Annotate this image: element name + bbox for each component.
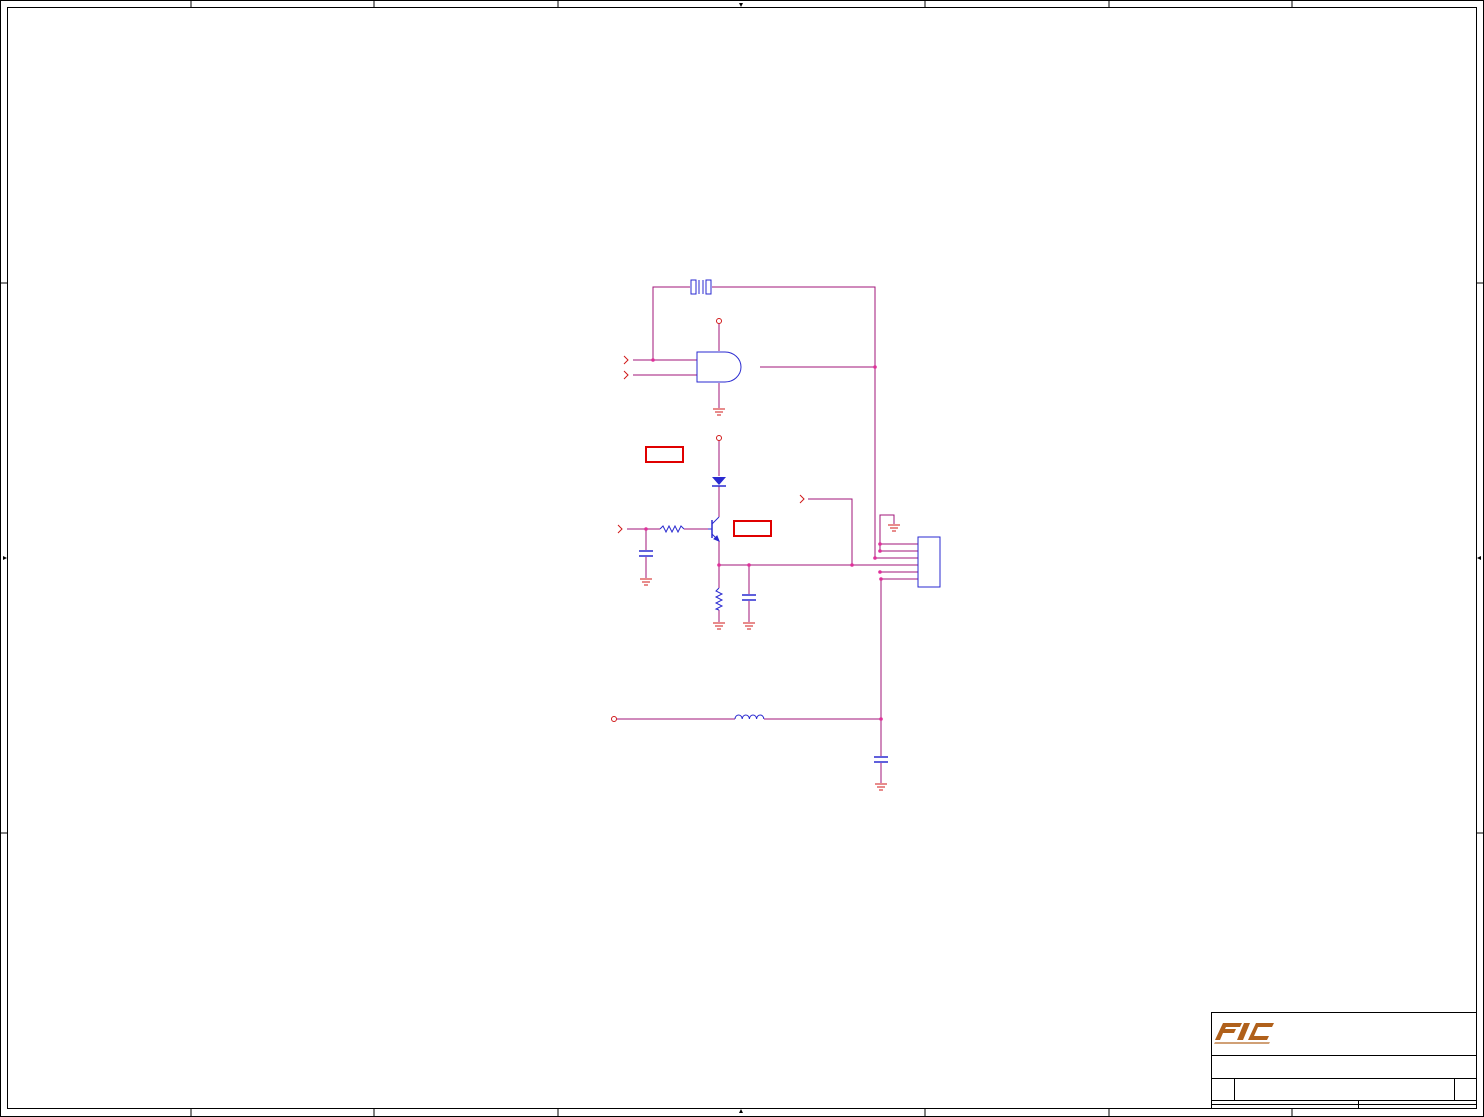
capacitor-icon [874, 756, 888, 763]
junction [644, 527, 648, 531]
placeholder-box [733, 520, 772, 537]
title-block-frame [1211, 1012, 1477, 1109]
capacitor-icon [639, 550, 653, 557]
junction [879, 717, 883, 721]
off-page-connectors [617, 355, 805, 534]
arrow-top-icon [739, 3, 743, 7]
capacitor-icon [742, 594, 756, 601]
junctions [644, 358, 883, 721]
power-port-icon [716, 318, 722, 324]
wire-crystal-right [712, 286, 876, 367]
off-page-connector-icon [617, 524, 623, 534]
junction [879, 577, 883, 581]
sheet-frame [0, 0, 1484, 1117]
ground-icon [713, 408, 725, 416]
wire-connector-pin1 [879, 514, 895, 551]
junction [747, 563, 751, 567]
arrow-right-icon [1477, 556, 1481, 560]
junction [878, 542, 882, 546]
and-gate-icon [696, 351, 742, 383]
crystal-icon [690, 279, 712, 295]
off-page-connector-icon [623, 355, 629, 365]
resistor-icon [714, 587, 724, 611]
resistor-icon [659, 524, 685, 534]
ground-icon [888, 524, 900, 532]
ground-icon [713, 622, 725, 630]
diode-icon [712, 477, 726, 487]
junction [850, 563, 854, 567]
wire-offpage-signal [808, 498, 853, 565]
off-page-connector-icon [623, 370, 629, 380]
junction [873, 556, 877, 560]
arrow-bottom-icon [739, 1109, 743, 1113]
wire-clock-to-connector [874, 367, 918, 559]
inner-border [7, 7, 1477, 1109]
center-arrows [3, 3, 1481, 1113]
npn-transistor-icon [708, 516, 720, 542]
zone-ticks [0, 0, 1484, 1117]
outer-border [0, 0, 1484, 1117]
junction [717, 563, 721, 567]
schematic-sheet [0, 0, 1484, 1117]
ground-icon [875, 783, 887, 791]
junction [878, 570, 882, 574]
power-port-icon [611, 716, 617, 722]
power-port-icon [716, 435, 722, 441]
arrow-left-icon [3, 556, 7, 560]
placeholder-box [645, 446, 684, 463]
company-logo [1214, 1023, 1274, 1044]
junction [651, 358, 655, 362]
off-page-connector-icon [799, 494, 805, 504]
junction [873, 365, 877, 369]
ground-icon [640, 578, 652, 586]
title-block [1211, 1012, 1477, 1109]
junction [878, 549, 882, 553]
inductor-icon [734, 714, 765, 720]
ground-symbols [640, 408, 900, 791]
ground-icon [743, 622, 755, 630]
connector-icon [917, 536, 941, 588]
wire-crystal-left [652, 286, 690, 360]
